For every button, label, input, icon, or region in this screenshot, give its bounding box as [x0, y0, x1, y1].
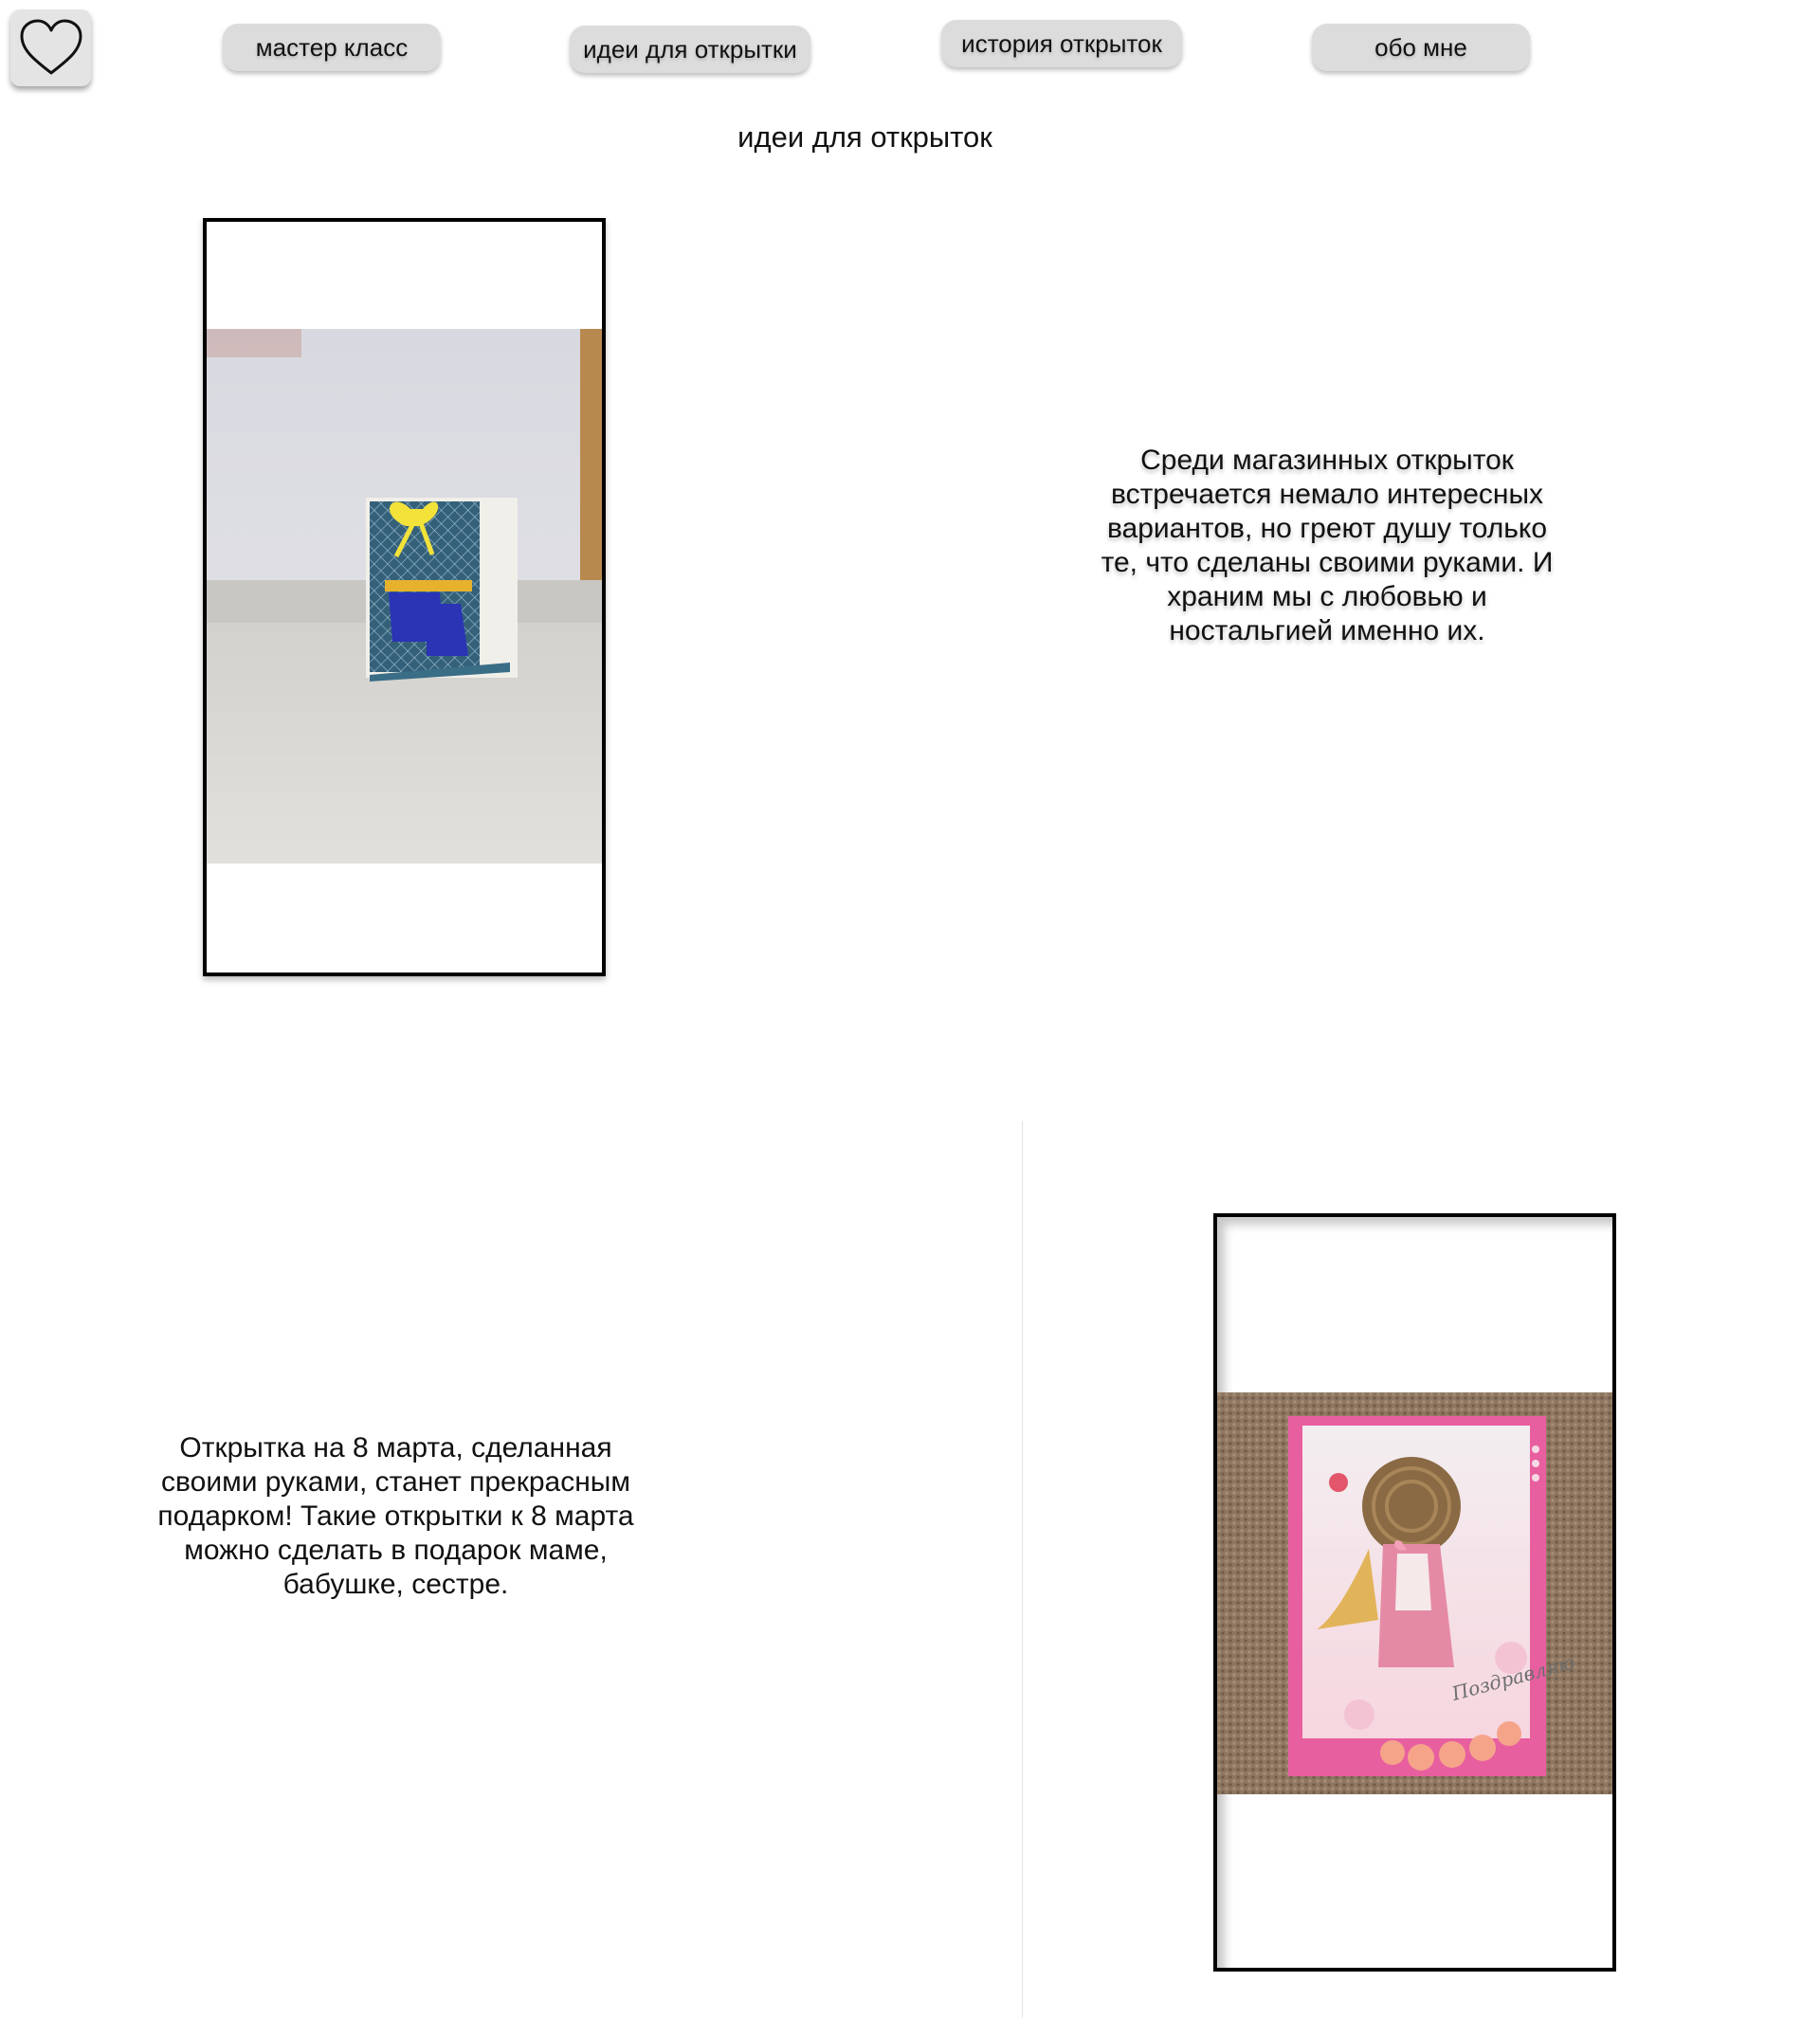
- intro-paragraph: Среди магазинных открыток встречается не…: [1101, 445, 1554, 646]
- logo-button[interactable]: [10, 9, 91, 86]
- nav-card-history[interactable]: история открыток: [941, 20, 1182, 67]
- card-image-frame-2: Поздравляю: [1213, 1213, 1616, 1972]
- heart-outline-icon: [20, 19, 82, 74]
- pink-card-photo: Поздравляю: [1217, 1392, 1612, 1794]
- march8-paragraph: Открытка на 8 марта, сделанная своими ру…: [157, 1432, 634, 1600]
- page-title: идеи для открыток: [737, 120, 992, 154]
- nav-about-me[interactable]: обо мне: [1312, 24, 1530, 71]
- nav-master-class[interactable]: мастер класс: [223, 24, 441, 71]
- vertical-divider: [1022, 1121, 1023, 2018]
- blue-card-photo: [207, 329, 602, 864]
- card-image-frame: [203, 218, 606, 976]
- nav-card-ideas[interactable]: идеи для открытки: [570, 26, 810, 73]
